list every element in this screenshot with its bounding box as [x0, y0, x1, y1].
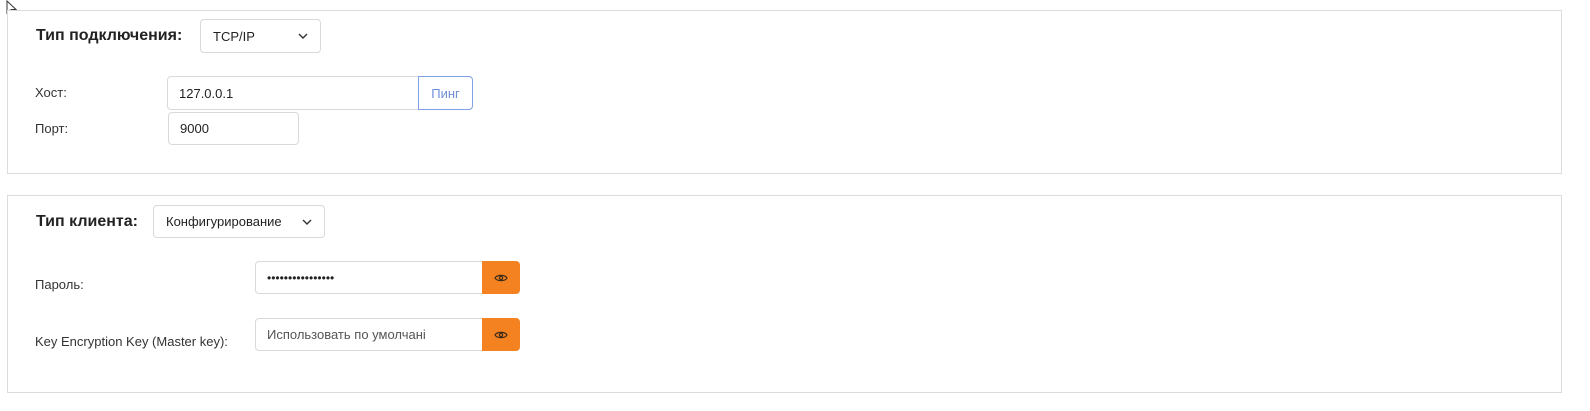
ping-button[interactable]: Пинг	[418, 76, 473, 110]
port-value: 9000	[180, 121, 209, 136]
password-value: ••••••••••••••••	[267, 270, 335, 285]
host-value: 127.0.0.1	[179, 85, 234, 101]
kek-toggle-visibility-button[interactable]	[482, 318, 520, 351]
eye-icon	[494, 274, 508, 281]
connection-type-heading: Тип подключения:	[36, 27, 183, 44]
password-label: Пароль:	[35, 277, 84, 292]
connection-type-select[interactable]: TCP/IP	[200, 19, 321, 53]
client-type-heading: Тип клиента:	[36, 213, 138, 230]
client-type-value: Конфигурирование	[166, 214, 282, 229]
port-label: Порт:	[35, 121, 69, 136]
client-type-select[interactable]: Конфигурирование	[153, 205, 325, 238]
kek-label: Key Encryption Key (Master key):	[35, 334, 228, 349]
chevron-down-icon	[302, 219, 312, 225]
connection-panel: Тип подключения: TCP/IP Хост: 127.0.0.1 …	[7, 10, 1562, 174]
host-input[interactable]: 127.0.0.1	[167, 76, 419, 110]
kek-input[interactable]: Использовать по умолчані	[255, 318, 483, 351]
port-input[interactable]: 9000	[168, 112, 299, 145]
kek-placeholder: Использовать по умолчані	[267, 327, 426, 342]
connection-type-value: TCP/IP	[213, 28, 255, 44]
client-panel: Тип клиента: Конфигурирование Пароль: ••…	[7, 195, 1562, 393]
password-toggle-visibility-button[interactable]	[482, 261, 520, 294]
password-input[interactable]: ••••••••••••••••	[255, 261, 483, 294]
chevron-down-icon	[298, 33, 308, 39]
host-label: Хост:	[35, 85, 67, 100]
eye-icon	[494, 331, 508, 338]
